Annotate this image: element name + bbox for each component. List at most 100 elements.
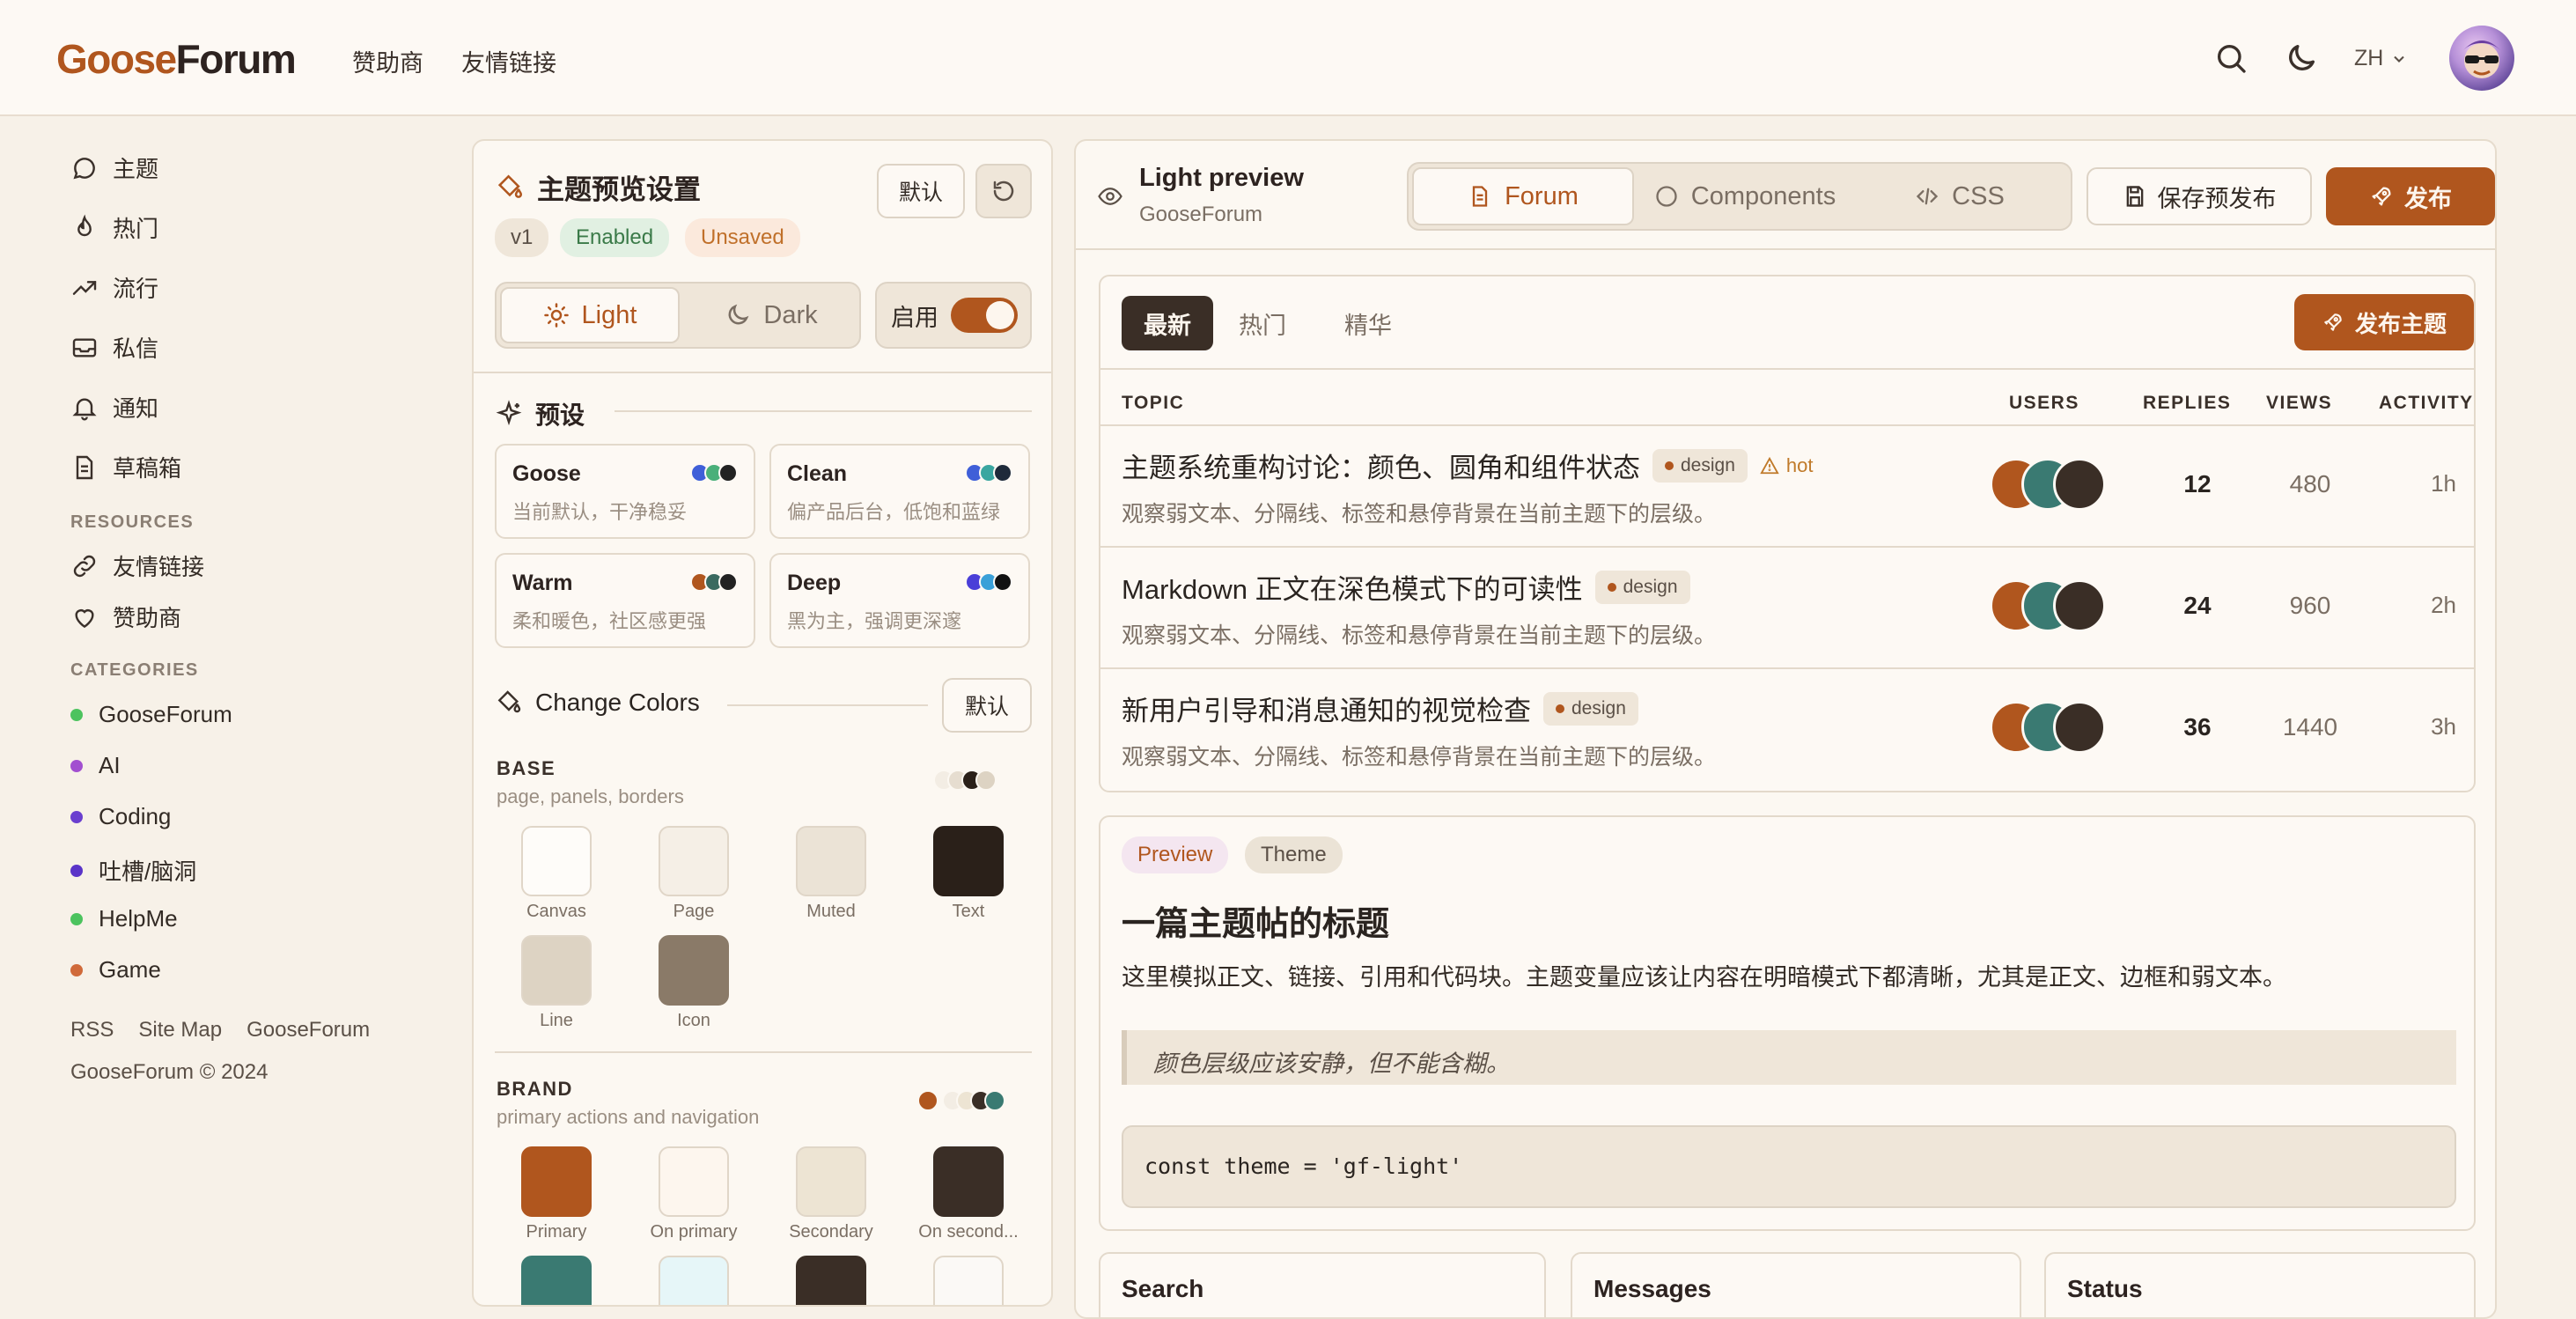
reply-count: 36 xyxy=(2183,713,2212,741)
category-item[interactable]: 吐槽/脑洞 xyxy=(70,854,196,887)
reply-count: 12 xyxy=(2183,470,2212,497)
category-item[interactable]: Coding xyxy=(70,803,171,830)
topic-title[interactable]: 新用户引导和消息通知的视觉检查 design xyxy=(1122,689,1638,728)
swatch-canvas[interactable] xyxy=(521,826,592,896)
rss-link[interactable]: RSS xyxy=(70,1018,114,1043)
default-button-label: 默认 xyxy=(898,181,943,205)
default-button[interactable]: 默认 xyxy=(877,164,965,218)
quote-text: 颜色层级应该安静，但不能含糊。 xyxy=(1153,1050,1510,1077)
save-prerelease-button[interactable]: 保存预发布 xyxy=(2087,167,2312,225)
swatch-label: Primary xyxy=(526,1222,587,1242)
preset-card-goose[interactable]: Goose 当前默认，干净稳妥 xyxy=(495,444,755,539)
sidebar-item-hot[interactable]: 热门 xyxy=(70,211,158,244)
sidebar-item-messages[interactable]: 私信 xyxy=(70,331,158,364)
category-item[interactable]: Game xyxy=(70,956,161,984)
nav-links-link[interactable]: 友情链接 xyxy=(461,44,556,78)
reset-button[interactable] xyxy=(975,164,1032,218)
preset-desc: 偏产品后台，低饱和蓝绿 xyxy=(787,501,1001,523)
moon-icon[interactable] xyxy=(2284,41,2319,76)
swatch-on-primary[interactable] xyxy=(659,1146,729,1217)
table-row[interactable]: Markdown 正文在深色模式下的可读性 design 观察弱文本、分隔线、标… xyxy=(1100,546,2474,667)
preset-card-warm[interactable]: Warm 柔和暖色，社区感更强 xyxy=(495,553,755,648)
flame-icon xyxy=(77,214,92,236)
topic-tag[interactable]: design xyxy=(1594,570,1690,604)
forum-tab-featured[interactable]: 精华 xyxy=(1333,296,1403,350)
category-label: Coding xyxy=(99,803,172,829)
dark-mode-button[interactable]: Dark xyxy=(681,287,861,343)
new-topic-button[interactable]: 发布主题 xyxy=(2294,294,2474,350)
site-logo[interactable]: GooseForum xyxy=(56,35,297,83)
topic-tag[interactable]: design xyxy=(1543,691,1638,726)
activity-time: 2h xyxy=(2431,592,2456,618)
topic-tag[interactable]: design xyxy=(1652,448,1748,483)
category-item[interactable]: GooseForum xyxy=(70,701,232,728)
post-title: 一篇主题帖的标题 xyxy=(1122,906,1390,943)
user-avatar[interactable] xyxy=(2449,26,2514,91)
topic-title[interactable]: Markdown 正文在深色模式下的可读性 design xyxy=(1122,567,1690,607)
category-dot xyxy=(70,759,83,772)
swatch-icon[interactable] xyxy=(659,935,729,1006)
sidebar-item-topics[interactable]: 主题 xyxy=(70,151,158,184)
preset-desc: 当前默认，干净稳妥 xyxy=(512,501,688,523)
category-item[interactable]: HelpMe xyxy=(70,905,178,932)
link-icon xyxy=(73,555,96,577)
enable-switch[interactable] xyxy=(951,298,1018,333)
swatch-accent[interactable] xyxy=(521,1256,592,1305)
publish-button[interactable]: 发布 xyxy=(2326,167,2495,225)
table-row[interactable]: 主题系统重构讨论：颜色、圆角和组件状态 design hot 观察弱文本、分隔线… xyxy=(1100,424,2474,546)
site-map-link[interactable]: Site Map xyxy=(138,1018,222,1043)
sidebar-item-drafts[interactable]: 草稿箱 xyxy=(70,451,181,483)
sidebar-item-trending[interactable]: 流行 xyxy=(70,271,158,304)
search-icon[interactable] xyxy=(2213,41,2248,76)
preview-badge: Preview xyxy=(1122,836,1229,873)
publish-label: 发布 xyxy=(2404,185,2452,212)
sidebar-item-notifications[interactable]: 通知 xyxy=(70,391,158,424)
preset-name: Clean xyxy=(787,461,848,486)
tab-css[interactable]: CSS xyxy=(1849,167,2071,225)
forum-tab-latest[interactable]: 最新 xyxy=(1122,296,1213,350)
tab-components[interactable]: Components xyxy=(1634,167,1856,225)
nav-sponsors-link[interactable]: 赞助商 xyxy=(352,44,423,78)
swatch-page[interactable] xyxy=(659,826,729,896)
divider xyxy=(495,1051,1032,1053)
view-count: 480 xyxy=(2289,470,2331,497)
swatch-secondary[interactable] xyxy=(796,1146,866,1217)
swatch-label: Page xyxy=(673,902,715,921)
view-count: 960 xyxy=(2289,592,2331,619)
preset-card-clean[interactable]: Clean 偏产品后台，低饱和蓝绿 xyxy=(769,444,1030,539)
language-selector[interactable]: ZH xyxy=(2354,46,2408,71)
preset-card-deep[interactable]: Deep 黑为主，强调更深邃 xyxy=(769,553,1030,648)
category-item[interactable]: AI xyxy=(70,752,121,779)
theme-settings-panel: 主题预览设置 默认 v1 Enabled Unsaved Light Dark … xyxy=(472,139,1053,1307)
swatch-primary[interactable] xyxy=(521,1146,592,1217)
version-badge: v1 xyxy=(495,218,549,257)
post-quote: 颜色层级应该安静，但不能含糊。 xyxy=(1122,1030,2456,1085)
colors-default-label: 默认 xyxy=(964,695,1009,719)
swatch-on-accent[interactable] xyxy=(659,1256,729,1305)
sidebar-item-links[interactable]: 友情链接 xyxy=(70,549,204,582)
tag-label: design xyxy=(1623,576,1678,597)
swatch-on-secondary[interactable] xyxy=(933,1146,1004,1217)
topic-title[interactable]: 主题系统重构讨论：颜色、圆角和组件状态 design hot xyxy=(1122,446,1813,485)
topic-subtitle: 观察弱文本、分隔线、标签和悬停背景在当前主题下的层级。 xyxy=(1122,502,1717,527)
view-count: 1440 xyxy=(2282,713,2338,741)
category-label: 吐槽/脑洞 xyxy=(99,858,197,885)
sidebar-item-sponsors[interactable]: 赞助商 xyxy=(70,601,181,633)
swatch-text[interactable] xyxy=(933,826,1004,896)
tab-forum[interactable]: Forum xyxy=(1412,167,1634,225)
swatch-label: On primary xyxy=(650,1222,738,1242)
swatch-label: Line xyxy=(540,1011,573,1030)
document-icon xyxy=(76,455,93,479)
colors-default-button[interactable]: 默认 xyxy=(942,678,1032,733)
light-mode-button[interactable]: Light xyxy=(500,287,680,343)
swatch-on-neutral[interactable] xyxy=(933,1256,1004,1305)
preview-subtitle: GooseForum xyxy=(1139,203,1263,226)
gooseforum-link[interactable]: GooseForum xyxy=(247,1018,370,1043)
swatch-muted[interactable] xyxy=(796,826,866,896)
forum-tab-hot[interactable]: 热门 xyxy=(1227,296,1298,350)
table-row[interactable]: 新用户引导和消息通知的视觉检查 design 观察弱文本、分隔线、标签和悬停背景… xyxy=(1100,667,2474,789)
swatch-neutral[interactable] xyxy=(796,1256,866,1305)
tab-components-label: Components xyxy=(1690,181,1836,210)
forum-preview: 最新 热门 精华 发布主题 TOPIC USERS REPLIES VIEWS … xyxy=(1099,275,2476,792)
swatch-line[interactable] xyxy=(521,935,592,1006)
